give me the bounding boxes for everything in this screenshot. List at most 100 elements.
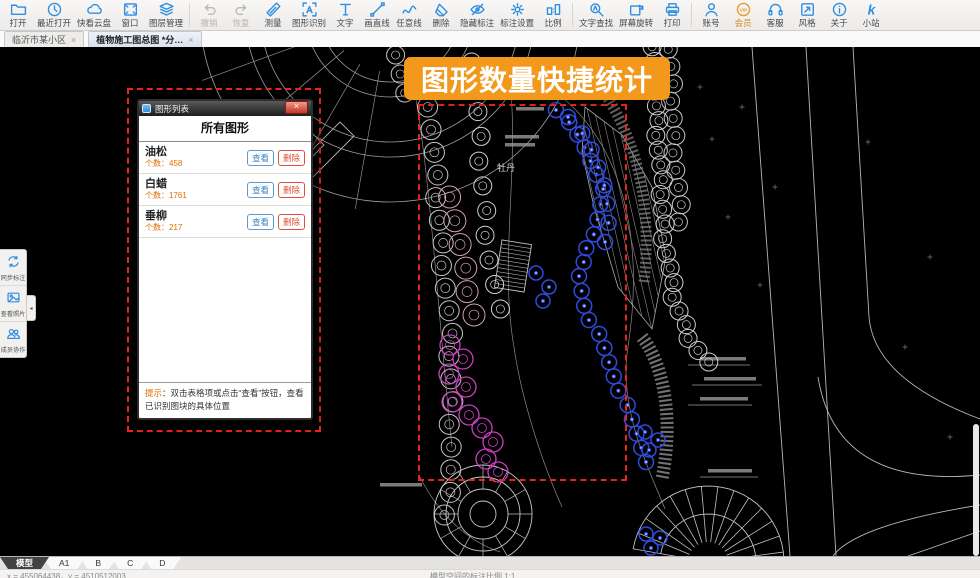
toolbar-item-clock[interactable]: 最近打开	[34, 1, 74, 30]
freeline-icon	[401, 1, 418, 18]
annotation-scale-text: 模型空间的标注比例 1:1	[430, 571, 515, 578]
graphic-name: 垂柳	[145, 210, 243, 223]
close-tab-icon[interactable]: ×	[71, 35, 76, 45]
toolbar-item-layers[interactable]: 图层管理	[146, 1, 186, 30]
main-toolbar: 打开最近打开快看云盘窗口图层管理 撤销 恢复 测量图形识别文字画直线任意线 删除隐藏标注…	[0, 0, 980, 31]
toolbar-divider	[572, 3, 573, 27]
dialog-close-button[interactable]: ×	[285, 101, 308, 114]
delete-button[interactable]: 删除	[278, 182, 305, 198]
toolbar-divider	[691, 3, 692, 27]
toolbar-item-vip[interactable]: VIP 会员	[727, 1, 759, 30]
toolbar-item-label: 打印	[664, 18, 681, 28]
toolbar-divider	[189, 3, 190, 27]
hint-prefix: 提示	[145, 388, 162, 398]
recognize-icon	[301, 1, 318, 18]
callout-banner: 图形数量快捷统计	[404, 57, 670, 100]
side-panel-item-members[interactable]: 成员协作	[0, 322, 26, 357]
toolbar-item-label: 撤销	[201, 18, 218, 28]
layout-tab-C[interactable]: C	[111, 557, 149, 569]
toolbar-item-ruler[interactable]: 测量	[257, 1, 289, 30]
undo-icon	[201, 1, 218, 18]
ruler-icon	[265, 1, 282, 18]
document-tab-1[interactable]: 临沂市某小区 ×	[4, 31, 84, 47]
toolbar-item-folder[interactable]: 打开	[2, 1, 34, 30]
toolbar-item-label: 小站	[863, 18, 880, 28]
layout-tab-D[interactable]: D	[143, 557, 181, 569]
toolbar-item-style[interactable]: 风格	[791, 1, 823, 30]
style-icon	[799, 1, 816, 18]
ksite-icon: k	[863, 1, 880, 18]
toolbar-item-label: 最近打开	[37, 18, 71, 28]
toolbar-item-about[interactable]: 关于	[823, 1, 855, 30]
document-tab-bar: 临沂市某小区 × 植物施工图总图 *分… ×	[0, 31, 980, 48]
sync-icon	[6, 254, 21, 274]
chevron-left-icon: ◂	[29, 305, 32, 312]
folder-icon	[10, 1, 27, 18]
graphics-list-row[interactable]: 油松个数：458查看删除	[139, 142, 311, 174]
document-tab-2[interactable]: 植物施工图总图 *分… ×	[88, 31, 201, 47]
toolbar-item-erase[interactable]: 删除	[425, 1, 457, 30]
close-tab-icon[interactable]: ×	[188, 35, 193, 45]
status-bar: x = 455064438，y = 4510512003 模型空间的标注比例 1…	[0, 569, 980, 578]
layout-tab-A1[interactable]: A1	[43, 557, 85, 569]
graphics-list-row[interactable]: 垂柳个数：217查看删除	[139, 206, 311, 238]
toolbar-item-service[interactable]: 客服	[759, 1, 791, 30]
graphics-list-empty-area	[139, 238, 311, 382]
toolbar-item-rotate[interactable]: 屏幕旋转	[616, 1, 656, 30]
graphics-list-dialog: 图形列表 × 所有图形 油松个数：458查看删除白蜡个数：1761查看删除垂柳个…	[137, 99, 313, 420]
find-text-icon	[588, 1, 605, 18]
toolbar-item-scale[interactable]: 比例	[537, 1, 569, 30]
toolbar-item-recognize[interactable]: 图形识别	[289, 1, 329, 30]
toolbar-item-cloud[interactable]: 快看云盘	[74, 1, 114, 30]
toolbar-item-label: 比例	[545, 18, 562, 28]
toolbar-item-label: 窗口	[122, 18, 139, 28]
view-button[interactable]: 查看	[247, 214, 274, 230]
graphics-list-row[interactable]: 白蜡个数：1761查看删除	[139, 174, 311, 206]
delete-button[interactable]: 删除	[278, 214, 305, 230]
toolbar-item-freeline[interactable]: 任意线	[393, 1, 425, 30]
toolbar-item-label: 图形识别	[292, 18, 326, 28]
toolbar-item-label: 画直线	[364, 18, 390, 28]
toolbar-item-text[interactable]: 文字	[329, 1, 361, 30]
dialog-title: 图形列表	[155, 103, 281, 115]
toolbar-item-ksite[interactable]: k小站	[855, 1, 887, 30]
delete-button[interactable]: 删除	[278, 150, 305, 166]
view-button[interactable]: 查看	[247, 182, 274, 198]
toolbar-item-print[interactable]: 打印	[656, 1, 688, 30]
layout-tab-模型[interactable]: 模型	[0, 557, 49, 569]
toolbar-item-label: 图层管理	[149, 18, 183, 28]
graphic-count: 个数：1761	[145, 191, 243, 201]
layout-tab-bar: 模型A1BCD	[0, 556, 980, 569]
toolbar-item-label: 任意线	[396, 18, 422, 28]
toolbar-item-hide-anno[interactable]: 隐藏标注	[457, 1, 497, 30]
toolbar-item-label: 会员	[735, 18, 752, 28]
toolbar-item-line[interactable]: 画直线	[361, 1, 393, 30]
cursor-coordinates: x = 455064438，y = 4510512003	[7, 571, 126, 578]
side-panel-item-label: 成员协作	[1, 347, 26, 354]
vip-icon: VIP	[735, 1, 752, 18]
toolbar-item-account[interactable]: 账号	[695, 1, 727, 30]
toolbar-item-window[interactable]: 窗口	[114, 1, 146, 30]
highlight-box-drawing	[418, 104, 627, 481]
toolbar-item-label: 屏幕旋转	[619, 18, 653, 28]
toolbar-item-label: 文字查找	[579, 18, 613, 28]
dialog-titlebar[interactable]: 图形列表 ×	[139, 101, 311, 116]
toolbar-item-label: 测量	[265, 18, 282, 28]
toolbar-item-anno-settings[interactable]: 标注设置	[497, 1, 537, 30]
document-tab-label: 临沂市某小区	[12, 33, 66, 46]
dialog-app-icon	[142, 104, 151, 113]
toolbar-item-find-text[interactable]: 文字查找	[576, 1, 616, 30]
document-tab-label: 植物施工图总图 *分…	[96, 33, 183, 46]
side-panel-item-photo[interactable]: 查看照片	[0, 286, 26, 322]
toolbar-item-label: 隐藏标注	[460, 18, 494, 28]
canvas-scrollbar-thumb[interactable]	[973, 424, 979, 556]
view-button[interactable]: 查看	[247, 150, 274, 166]
toolbar-item-label: 恢复	[233, 18, 250, 28]
layout-tab-B[interactable]: B	[79, 557, 117, 569]
side-panel-collapse-handle[interactable]: ◂	[27, 295, 36, 321]
side-panel-item-label: 查看照片	[1, 311, 26, 318]
service-icon	[767, 1, 784, 18]
side-panel-item-sync[interactable]: 同步标注	[0, 250, 26, 286]
toolbar-item-label: 删除	[433, 18, 450, 28]
svg-text:VIP: VIP	[739, 7, 747, 12]
